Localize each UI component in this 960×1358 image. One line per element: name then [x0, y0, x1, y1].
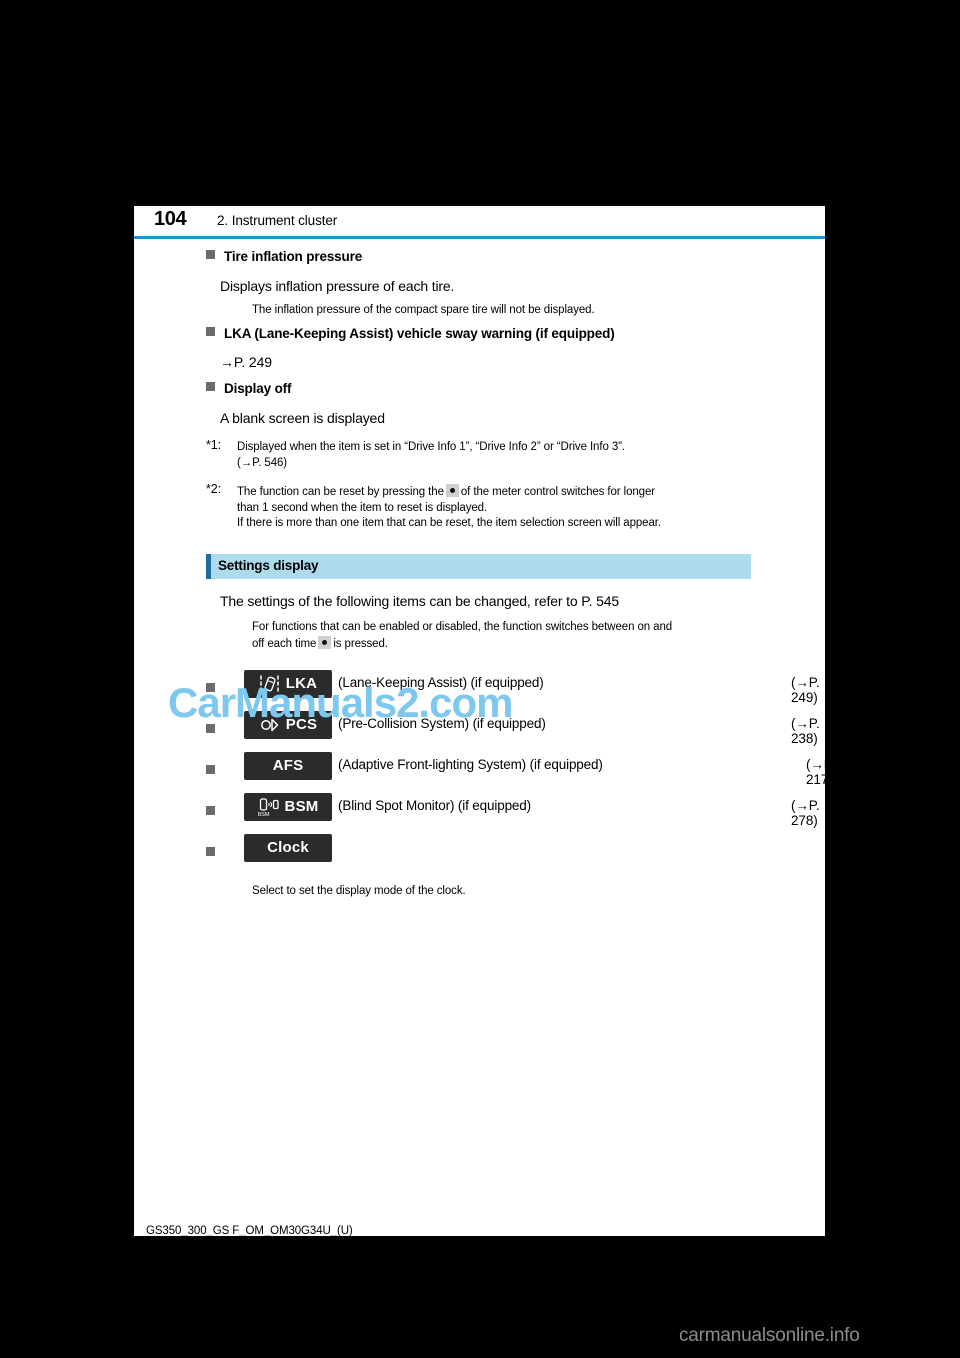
banner-title: Settings display	[218, 558, 319, 574]
item-heading: Display off	[224, 381, 292, 396]
footnote-line: (→P. 546)	[237, 456, 288, 469]
section-lka-sway-warning: LKA (Lane-Keeping Assist) vehicle sway w…	[134, 316, 825, 370]
settings-note: For functions that can be enabled or dis…	[252, 619, 825, 652]
footnote-line: Displayed when the item is set in “Drive…	[237, 441, 625, 453]
chip-label: AFS	[272, 757, 304, 775]
settings-note-line-3: is pressed.	[333, 637, 388, 650]
footnote-marker: *2:	[206, 481, 221, 496]
chip-bsm[interactable]: BSM BSM	[244, 792, 332, 821]
blind-spot-monitor-icon: BSM	[257, 797, 280, 818]
footnote-line: The function can be reset by pressing th…	[237, 483, 825, 501]
chip-pcs[interactable]: PCS	[244, 710, 332, 739]
setting-row-lka[interactable]: LKA (Lane-Keeping Assist) (if equipped) …	[206, 667, 825, 708]
heading-row: LKA (Lane-Keeping Assist) vehicle sway w…	[206, 325, 825, 343]
setting-reference: (→P. 249)	[791, 674, 820, 705]
square-bullet-icon	[206, 764, 215, 774]
chip-label: PCS	[285, 716, 318, 734]
footnote-marker: *1:	[206, 438, 221, 452]
manual-page: 104 2. Instrument cluster Tire inflation…	[134, 206, 835, 1236]
section-tire-inflation-pressure: Tire inflation pressure Displays inflati…	[134, 239, 825, 316]
square-bullet-icon	[206, 682, 215, 692]
lane-keeping-assist-icon	[259, 674, 281, 694]
chip-afs[interactable]: AFS	[244, 751, 332, 780]
setting-description: (Lane-Keeping Assist) (if equipped)	[338, 674, 544, 690]
footnote-line: than 1 second when the item to reset is …	[237, 501, 488, 514]
svg-text:BSM: BSM	[258, 812, 270, 817]
running-head: 104 2. Instrument cluster	[134, 206, 825, 237]
square-bullet-icon	[206, 723, 215, 733]
page-reference: →P. 249	[220, 354, 272, 370]
footer-document-code: GS350_300_GS F_OM_OM30G34U_(U)	[146, 1225, 353, 1237]
item-subnote: The inflation pressure of the compact sp…	[252, 304, 595, 316]
chip-label: Clock	[267, 839, 309, 857]
square-bullet-icon	[206, 805, 215, 815]
square-bullet-icon	[206, 382, 215, 391]
item-description: A blank screen is displayed	[220, 410, 385, 426]
square-bullet-icon	[206, 327, 215, 336]
settings-list: LKA (Lane-Keeping Assist) (if equipped) …	[134, 667, 835, 872]
page-content: Tire inflation pressure Displays inflati…	[134, 239, 835, 897]
chapter-title: 2. Instrument cluster	[217, 213, 338, 228]
setting-row-afs[interactable]: AFS (Adaptive Front-lighting System) (if…	[206, 749, 835, 790]
clock-note: Select to set the display mode of the cl…	[252, 884, 466, 897]
setting-reference: (→P. 238)	[791, 715, 820, 746]
chip-label: BSM	[284, 798, 319, 816]
setting-reference: (→P. 278)	[791, 797, 820, 828]
item-heading: LKA (Lane-Keeping Assist) vehicle sway w…	[224, 326, 615, 341]
item-heading: Tire inflation pressure	[224, 249, 363, 264]
setting-description: (Adaptive Front-lighting System) (if equ…	[338, 756, 603, 772]
pre-collision-system-icon	[259, 715, 281, 735]
settings-intro: The settings of the following items can …	[220, 593, 620, 610]
meter-control-switch-icon	[445, 483, 459, 497]
chip-lka[interactable]: LKA	[244, 669, 332, 698]
footnote-1: *1: Displayed when the item is set in “D…	[206, 438, 825, 472]
setting-reference: (→P. 217)	[806, 756, 835, 787]
settings-note-line-2: off each time	[252, 637, 317, 650]
setting-description: (Blind Spot Monitor) (if equipped)	[338, 797, 531, 813]
heading-row: Display off	[206, 380, 825, 398]
footnote-line: If there is more than one item that can …	[237, 517, 661, 530]
footnote-text-after-icon: of the meter control switches for longer	[460, 485, 656, 498]
footnote-text-before-icon: The function can be reset by pressing th…	[237, 485, 444, 498]
section-display-off: Display off A blank screen is displayed	[134, 370, 825, 426]
setting-row-bsm[interactable]: BSM BSM (Blind Spot Monitor) (if equippe…	[206, 790, 825, 831]
setting-row-clock[interactable]: Clock	[206, 831, 825, 872]
chip-clock[interactable]: Clock	[244, 833, 332, 862]
item-description: Displays inflation pressure of each tire…	[220, 278, 455, 294]
square-bullet-icon	[206, 846, 215, 856]
square-bullet-icon	[206, 250, 215, 259]
chip-label: LKA	[285, 675, 318, 693]
page-number: 104	[154, 208, 187, 230]
footnote-2: *2: The function can be reset by pressin…	[206, 481, 825, 533]
settings-note-line-1: For functions that can be enabled or dis…	[252, 621, 673, 634]
watermark-bottom: carmanualsonline.info	[679, 1325, 860, 1346]
settings-display-banner: Settings display	[206, 554, 751, 580]
heading-row: Tire inflation pressure	[206, 248, 825, 266]
setting-description: (Pre-Collision System) (if equipped)	[338, 715, 546, 731]
meter-control-switch-icon	[318, 635, 332, 649]
setting-row-pcs[interactable]: PCS (Pre-Collision System) (if equipped)…	[206, 708, 825, 749]
